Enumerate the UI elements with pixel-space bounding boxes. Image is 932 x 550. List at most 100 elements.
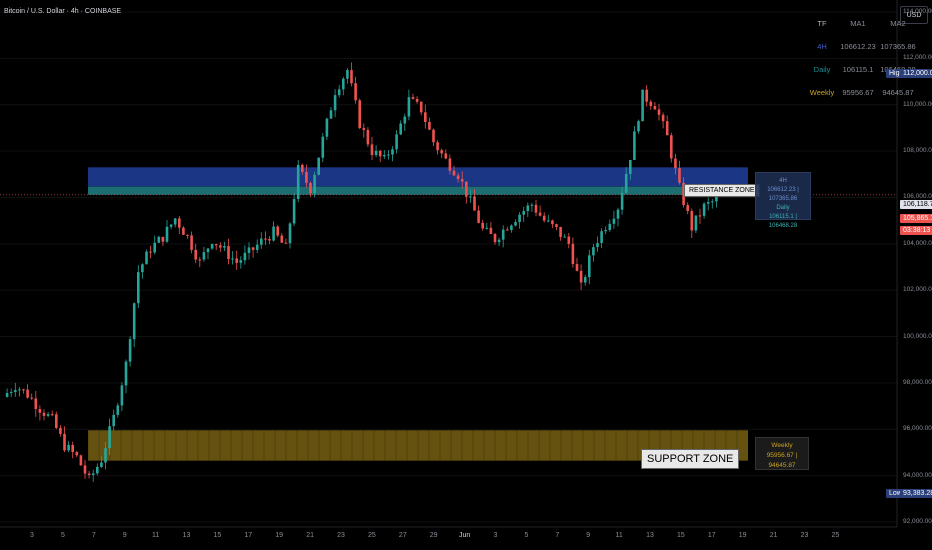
x-axis-label: 5: [524, 532, 529, 539]
candle-down: [75, 452, 79, 456]
candle-down: [665, 121, 669, 136]
candle-up: [547, 220, 550, 222]
x-axis-label: 11: [615, 532, 623, 539]
candle-up: [592, 247, 595, 256]
candle-down: [251, 247, 255, 250]
box-weekly-values: 95956.67 | 94645.87: [766, 452, 798, 469]
candle-up: [600, 231, 603, 244]
candle-up: [711, 201, 714, 203]
candle-up: [104, 448, 107, 463]
x-axis-label: 15: [676, 532, 685, 539]
candle-up: [501, 229, 505, 240]
y-axis-label: 104,000.00: [903, 239, 932, 247]
candle-up: [173, 218, 177, 225]
candle-up: [112, 414, 115, 427]
candle-down: [506, 229, 509, 231]
ma-row-ma2: 94645.87: [882, 88, 914, 97]
support-zone-label: SUPPORT ZONE: [641, 449, 740, 469]
candle-down: [481, 222, 484, 229]
candle-up: [202, 252, 206, 260]
x-axis-label: 5: [60, 532, 65, 539]
candle-down: [444, 153, 448, 159]
candle-up: [629, 159, 632, 174]
x-axis-label: 15: [213, 532, 222, 539]
candle-up: [522, 211, 525, 215]
y-axis-label: 112,000.00: [903, 54, 932, 62]
candle-up: [124, 361, 128, 386]
candle-down: [370, 144, 374, 156]
candle-up: [231, 258, 234, 260]
candle-down: [448, 158, 452, 171]
x-axis-label: 29: [429, 532, 438, 539]
candle-up: [14, 390, 17, 393]
ma-table-header: TF MA1 MA2: [806, 12, 918, 35]
candle-down: [575, 264, 579, 271]
candle-down: [194, 249, 197, 260]
candle-up: [530, 204, 534, 206]
candle-up: [260, 238, 263, 245]
resistance-zone-label: RESISTANCE ZONE: [684, 184, 760, 197]
ma-row-ma1: 106115.1: [842, 65, 874, 74]
x-axis-label: 23: [337, 532, 345, 539]
candle-down: [542, 215, 546, 221]
candle-up: [91, 473, 95, 475]
y-axis-label: 108,000.00: [903, 147, 932, 155]
ma-row-ma1: 106612.23: [840, 42, 876, 51]
candle-up: [296, 164, 300, 200]
candle-down: [280, 235, 284, 243]
x-axis-label: 23: [800, 532, 809, 539]
candle-up: [702, 203, 706, 216]
candle-down: [436, 142, 439, 151]
candle-up: [153, 242, 156, 253]
candle-down: [30, 397, 33, 399]
candle-down: [559, 226, 562, 238]
candle-down: [309, 182, 312, 193]
x-axis-label: 9: [122, 532, 127, 539]
candle-up: [317, 157, 320, 175]
candle-up: [206, 248, 210, 253]
x-axis-label: 19: [738, 532, 747, 539]
x-axis-label: 3: [493, 532, 498, 539]
candle-up: [141, 264, 144, 273]
y-axis-label: 102,000.00: [903, 286, 932, 294]
y-axis-label: 114,000.00: [903, 8, 932, 15]
candle-up: [403, 116, 407, 124]
candle-down: [362, 128, 366, 130]
candle-down: [182, 227, 185, 235]
candle-up: [145, 251, 148, 265]
candle-up: [239, 260, 243, 263]
ma-row-4h: 4H 106612.23 107365.86: [806, 35, 918, 58]
x-axis-label: 19: [275, 532, 284, 539]
box-daily-values: 106115.1 | 106468.28: [768, 214, 798, 229]
symbol-title: Bitcoin / U.S. Dollar · 4h · COINBASE: [4, 8, 122, 15]
candle-down: [477, 210, 480, 223]
candle-up: [395, 134, 398, 150]
ma-row-tf: 4H: [817, 42, 827, 51]
x-axis-label: 25: [831, 532, 840, 539]
candle-down: [71, 444, 74, 453]
candle-up: [223, 246, 226, 248]
candle-up: [588, 255, 591, 278]
candle-up: [128, 339, 132, 362]
candle-up: [325, 118, 329, 137]
candle-down: [452, 170, 456, 176]
candle-up: [243, 252, 247, 261]
candle-down: [534, 204, 538, 213]
candle-down: [690, 211, 694, 231]
candle-down: [645, 89, 648, 102]
candle-down: [489, 227, 493, 234]
candle-up: [337, 89, 341, 96]
candle-up: [321, 136, 325, 158]
ma-row-tf: Weekly: [809, 88, 835, 97]
candle-down: [411, 97, 415, 99]
ma-row-weekly: Weekly 95956.67 94645.87: [806, 81, 918, 104]
candle-down: [26, 389, 29, 398]
ma-header-tf: TF: [817, 19, 827, 28]
x-axis-label: 21: [306, 532, 314, 539]
x-axis-label: 13: [646, 532, 654, 539]
candle-down: [674, 158, 677, 169]
candle-down: [555, 224, 558, 227]
candle-up: [387, 154, 390, 156]
candle-down: [350, 70, 353, 84]
candle-up: [346, 70, 349, 79]
